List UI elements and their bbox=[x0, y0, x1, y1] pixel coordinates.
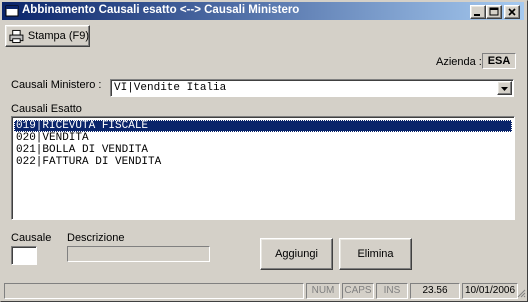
chevron-down-icon bbox=[501, 87, 508, 91]
close-button[interactable] bbox=[504, 5, 520, 19]
print-button[interactable]: Stampa (F9) bbox=[5, 25, 90, 47]
list-item[interactable]: 019|RICEVUTA FISCALE bbox=[14, 120, 512, 132]
causali-ministero-label: Causali Ministero : bbox=[11, 79, 102, 91]
status-ins: INS bbox=[376, 283, 408, 299]
print-label: Stampa (F9) bbox=[27, 30, 89, 42]
resize-grip-icon[interactable] bbox=[516, 288, 526, 298]
status-time: 23.56 bbox=[410, 283, 460, 299]
causale-label: Causale bbox=[11, 232, 52, 244]
azienda-value: ESA bbox=[482, 53, 516, 69]
app-icon bbox=[5, 5, 19, 17]
status-num: NUM bbox=[306, 283, 340, 299]
causali-esatto-label: Causali Esatto bbox=[11, 103, 82, 115]
printer-icon bbox=[9, 29, 24, 43]
list-item[interactable]: 022|FATTURA DI VENDITA bbox=[14, 156, 512, 168]
descrizione-label: Descrizione bbox=[67, 232, 125, 244]
azienda-label: Azienda : bbox=[436, 56, 482, 68]
close-icon bbox=[508, 8, 516, 16]
status-panel-main bbox=[4, 283, 304, 299]
causali-ministero-value: VI|Vendite Italia bbox=[114, 82, 227, 94]
list-item[interactable]: 020|VENDITA bbox=[14, 132, 512, 144]
causali-ministero-select[interactable]: VI|Vendite Italia bbox=[110, 79, 514, 97]
add-button[interactable]: Aggiungi bbox=[260, 238, 333, 270]
window-title: Abbinamento Causali esatto <--> Causali … bbox=[22, 4, 300, 16]
title-bar[interactable]: Abbinamento Causali esatto <--> Causali … bbox=[2, 2, 524, 20]
status-caps: CAPS bbox=[342, 283, 374, 299]
minimize-button[interactable] bbox=[470, 5, 486, 19]
status-date: 10/01/2006 bbox=[462, 283, 518, 299]
descrizione-input bbox=[67, 246, 210, 262]
dropdown-button[interactable] bbox=[497, 81, 512, 95]
delete-button[interactable]: Elimina bbox=[339, 238, 412, 270]
causali-esatto-list[interactable]: 019|RICEVUTA FISCALE 020|VENDITA 021|BOL… bbox=[11, 116, 515, 220]
maximize-button[interactable] bbox=[486, 5, 502, 19]
maximize-icon bbox=[489, 7, 499, 16]
causale-input[interactable] bbox=[11, 246, 37, 265]
minimize-icon bbox=[474, 14, 480, 16]
list-item[interactable]: 021|BOLLA DI VENDITA bbox=[14, 144, 512, 156]
